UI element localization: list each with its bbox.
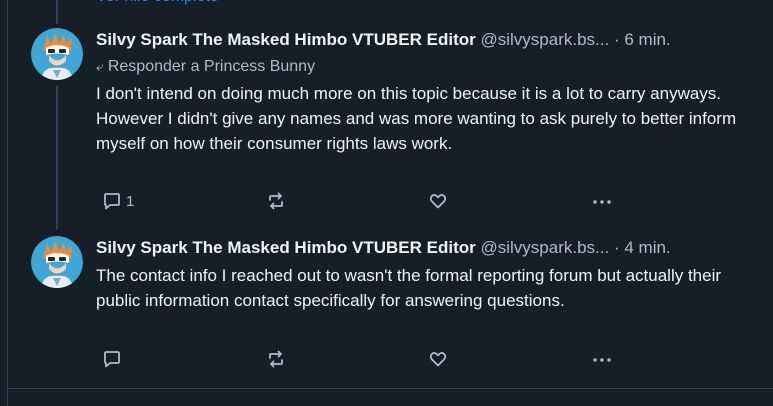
post-timestamp[interactable]: · 6 min. bbox=[614, 30, 671, 49]
thread-feed: Ver hilo completo Silvy Spark The Masked… bbox=[7, 0, 773, 406]
heart-icon bbox=[429, 352, 447, 367]
ellipsis-icon bbox=[593, 200, 611, 204]
speech-bubble-icon bbox=[104, 351, 120, 368]
avatar[interactable] bbox=[31, 236, 83, 288]
author-handle[interactable]: @silvyspark.bs... bbox=[481, 238, 610, 257]
author-handle[interactable]: @silvyspark.bs... bbox=[481, 30, 610, 49]
avatar[interactable] bbox=[31, 28, 83, 80]
post-text: I don't intend on doing much more on thi… bbox=[96, 84, 737, 153]
author-name[interactable]: Silvy Spark The Masked Himbo VTUBER Edit… bbox=[96, 30, 476, 49]
author-name[interactable]: Silvy Spark The Masked Himbo VTUBER Edit… bbox=[96, 238, 476, 257]
reply-to-label[interactable]: ⤶ Responder a Princess Bunny bbox=[96, 55, 315, 78]
view-full-thread-link[interactable]: Ver hilo completo bbox=[96, 0, 219, 8]
post-item[interactable]: Silvy Spark The Masked Himbo VTUBER Edit… bbox=[8, 20, 773, 220]
like-button[interactable] bbox=[428, 190, 448, 212]
like-button[interactable] bbox=[428, 348, 448, 370]
reply-button[interactable]: 1 bbox=[102, 190, 134, 212]
post-actions: 1 bbox=[96, 190, 636, 212]
more-options-button[interactable] bbox=[590, 348, 614, 370]
repost-button[interactable] bbox=[266, 348, 286, 370]
post-text: The contact info I reached out to wasn't… bbox=[96, 266, 722, 310]
post-header: Silvy Spark The Masked Himbo VTUBER Edit… bbox=[96, 28, 756, 52]
repost-arrows-icon bbox=[269, 192, 283, 210]
post-divider bbox=[8, 388, 773, 389]
more-options-button[interactable] bbox=[590, 190, 614, 212]
reply-button[interactable] bbox=[102, 348, 126, 370]
post-timestamp[interactable]: · 4 min. bbox=[614, 238, 671, 257]
ellipsis-icon bbox=[593, 358, 611, 362]
heart-icon bbox=[429, 194, 447, 209]
repost-arrows-icon bbox=[269, 350, 283, 368]
post-item[interactable]: Silvy Spark The Masked Himbo VTUBER Edit… bbox=[8, 228, 773, 388]
speech-bubble-icon bbox=[104, 193, 120, 210]
reply-arrow-icon: ⤶ bbox=[96, 58, 104, 74]
reply-count: 1 bbox=[126, 192, 135, 210]
post-actions bbox=[96, 348, 636, 370]
reply-to-text: Responder a Princess Bunny bbox=[107, 58, 316, 75]
post-header: Silvy Spark The Masked Himbo VTUBER Edit… bbox=[96, 236, 756, 260]
repost-button[interactable] bbox=[266, 190, 286, 212]
